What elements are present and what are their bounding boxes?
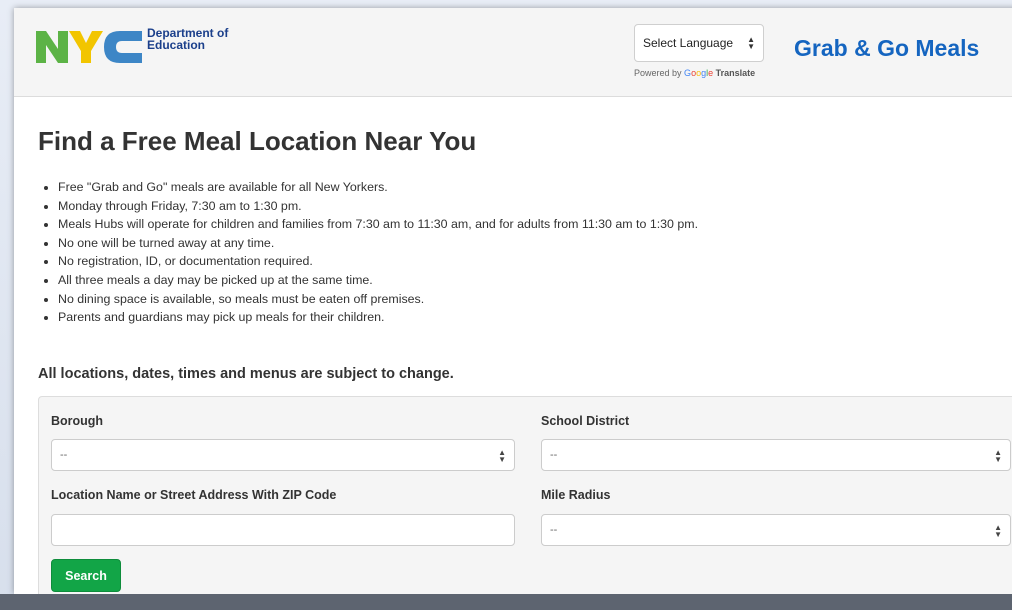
list-item: No registration, ID, or documentation re… (58, 252, 698, 271)
search-button[interactable]: Search (51, 559, 121, 592)
list-item: No dining space is available, so meals m… (58, 290, 698, 309)
site-header: Department of Education Select Language … (14, 8, 1012, 97)
list-item: Meals Hubs will operate for children and… (58, 215, 698, 234)
google-logo: Google (684, 68, 714, 78)
language-select-label: Select Language (643, 36, 734, 50)
powered-by-google-translate[interactable]: Powered by Google Translate (634, 68, 764, 78)
list-item: All three meals a day may be picked up a… (58, 271, 698, 290)
language-select[interactable]: Select Language ▲ ▼ (634, 24, 764, 62)
borough-select[interactable]: -- ▲ ▼ (51, 439, 515, 471)
site-title[interactable]: Grab & Go Meals (794, 35, 979, 62)
nyc-doe-logo[interactable]: Department of Education (36, 27, 228, 67)
mile-radius-label: Mile Radius (541, 488, 611, 502)
browser-bottom-bar (0, 594, 1012, 610)
school-district-select-value: -- (550, 449, 558, 461)
logo-text: Department of Education (147, 27, 228, 51)
logo-text-line2: Education (147, 38, 206, 52)
list-item: Monday through Friday, 7:30 am to 1:30 p… (58, 197, 698, 216)
change-notice: All locations, dates, times and menus ar… (38, 366, 454, 382)
location-input[interactable] (51, 514, 515, 546)
list-item: No one will be turned away at any time. (58, 234, 698, 253)
list-item: Free "Grab and Go" meals are available f… (58, 178, 698, 197)
select-arrows-icon: ▲ ▼ (994, 448, 1002, 464)
select-arrows-icon: ▲ ▼ (994, 523, 1002, 539)
page: Department of Education Select Language … (14, 8, 1012, 594)
nyc-logo-icon (36, 31, 142, 63)
language-widget: Select Language ▲ ▼ Powered by Google Tra… (634, 24, 764, 78)
search-form: Borough -- ▲ ▼ School District -- ▲ ▼ Loca… (38, 396, 1012, 594)
mile-radius-select[interactable]: -- ▲ ▼ (541, 514, 1011, 546)
borough-label: Borough (51, 414, 104, 428)
location-label: Location Name or Street Address With ZIP… (51, 488, 337, 502)
school-district-select[interactable]: -- ▲ ▼ (541, 439, 1011, 471)
page-title: Find a Free Meal Location Near You (38, 126, 477, 156)
list-item: Parents and guardians may pick up meals … (58, 308, 698, 327)
info-list: Free "Grab and Go" meals are available f… (38, 178, 698, 327)
school-district-label: School District (541, 414, 630, 428)
mile-radius-select-value: -- (550, 524, 558, 536)
select-arrows-icon: ▲ ▼ (747, 35, 755, 51)
powered-by-text: Powered by (634, 68, 682, 78)
translate-text: Translate (715, 68, 756, 78)
borough-select-value: -- (60, 449, 68, 461)
select-arrows-icon: ▲ ▼ (498, 448, 506, 464)
